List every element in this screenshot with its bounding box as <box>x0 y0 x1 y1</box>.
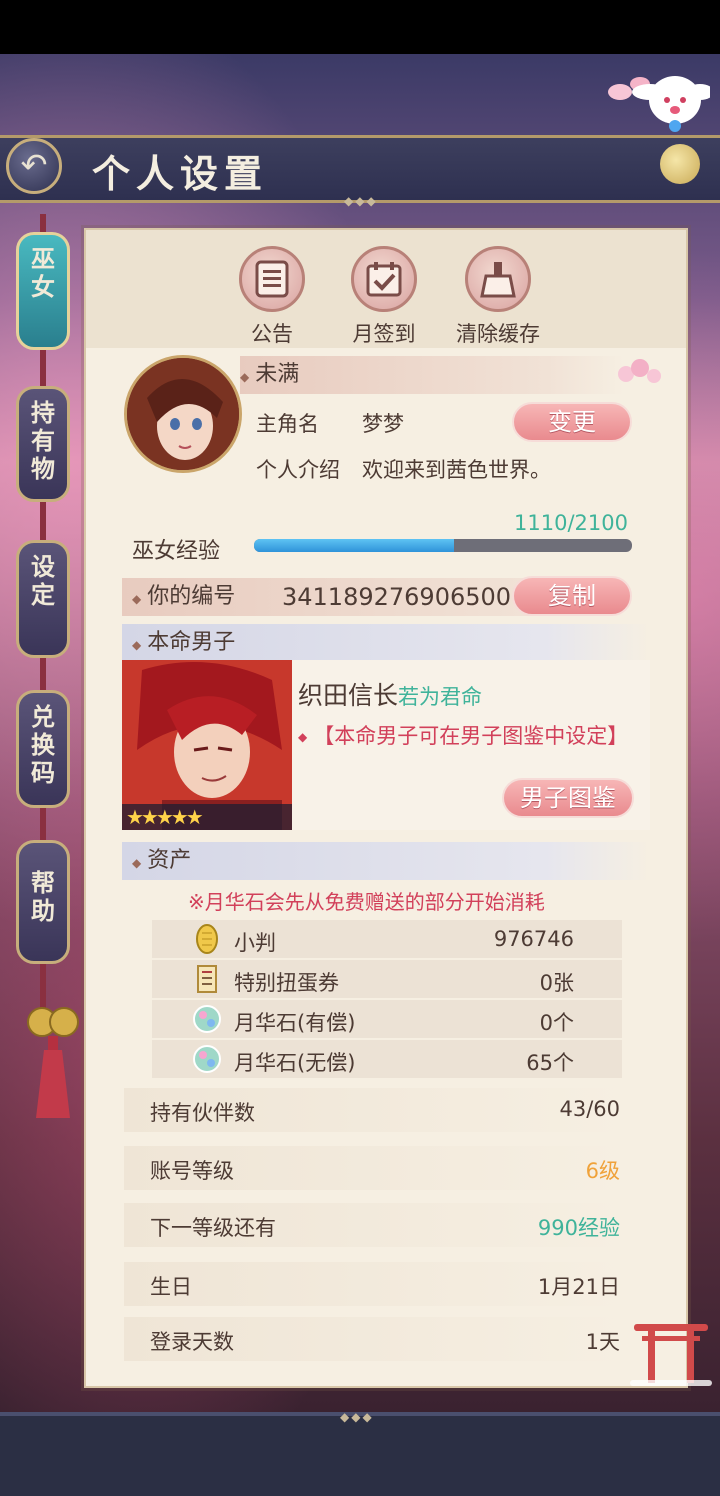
intro-label: 个人介绍 <box>256 458 340 482</box>
tab-inventory[interactable]: 持有物 <box>16 386 70 502</box>
bunny-mascot-icon <box>608 76 710 132</box>
name-value: 梦梦 <box>362 412 404 436</box>
gold-coin-icon <box>196 924 218 954</box>
moon-icon <box>660 144 700 184</box>
user-id: 341189276906500 <box>282 583 512 611</box>
heroine-portrait-icon <box>127 358 239 470</box>
back-arrow-icon: ↶ <box>20 146 48 184</box>
character-name: 织田信长 <box>298 681 399 710</box>
announcement-button[interactable]: 公告 <box>224 246 320 348</box>
clear-cache-button[interactable]: 清除缓存 <box>450 246 546 348</box>
exp-progress-bar <box>254 539 632 552</box>
gacha-ticket-icon <box>197 965 217 993</box>
diamond-icon: ◆ <box>132 855 142 870</box>
exp-label: 巫女经验 <box>132 539 221 564</box>
moonstone-icon <box>193 1045 221 1073</box>
sakura-icon <box>618 359 661 383</box>
title-ornament: ◆◆◆ <box>344 194 378 208</box>
destined-band: ◆ 本命男子 <box>122 624 650 662</box>
tab-help[interactable]: 帮助 <box>16 840 70 964</box>
tab-miko[interactable]: 巫女 <box>16 232 70 350</box>
stat-row-companions: 持有伙伴数 43/60 <box>124 1088 626 1132</box>
moonstone-note: ※月华石会先从免费赠送的部分开始消耗 <box>188 890 545 914</box>
change-name-button[interactable]: 变更 <box>512 402 632 442</box>
diamond-icon: ◆ <box>240 369 250 384</box>
asset-row-moonstone-paid: 月华石(有偿) 0个 <box>152 1000 622 1038</box>
diamond-icon: ◆ <box>298 730 308 744</box>
bell-tassel-icon <box>27 1007 79 1118</box>
character-name-line: 织田信长若为君命 <box>298 676 482 712</box>
destined-hint: ◆ 【本命男子可在男子图鉴中设定】 <box>298 724 629 748</box>
status-bar <box>0 0 720 54</box>
bottom-ornament: ◆◆◆ <box>340 1410 374 1424</box>
stat-row-birthday: 生日 1月21日 <box>124 1262 626 1306</box>
broom-icon <box>480 262 516 298</box>
stat-row-account-level: 账号等级 6级 <box>124 1146 626 1190</box>
asset-row-moonstone-free: 月华石(无偿) 65个 <box>152 1040 622 1078</box>
monthly-checkin-button[interactable]: 月签到 <box>336 246 432 348</box>
asset-row-koban: 小判 976746 <box>152 920 622 958</box>
character-gallery-button[interactable]: 男子图鉴 <box>502 778 634 818</box>
page-title: 个人设置 <box>92 152 269 196</box>
stat-row-login-days: 登录天数 1天 <box>124 1317 626 1361</box>
moonstone-icon <box>193 1005 221 1033</box>
rank-band: ◆ 未满 <box>240 356 624 394</box>
avatar[interactable] <box>124 355 242 473</box>
diamond-icon: ◆ <box>132 637 142 652</box>
tab-redeem-code[interactable]: 兑换码 <box>16 690 70 808</box>
assets-band: ◆ 资产 <box>122 842 650 880</box>
rarity-stars: ★★★★★ <box>122 804 296 830</box>
asset-row-gacha-ticket: 特别扭蛋券 0张 <box>152 960 622 998</box>
stat-row-next-level: 下一等级还有 990经验 <box>124 1203 626 1247</box>
name-label: 主角名 <box>256 412 319 436</box>
exp-progress-fill <box>254 539 454 552</box>
copy-id-button[interactable]: 复制 <box>512 576 632 616</box>
character-tag: 若为君命 <box>398 685 483 709</box>
document-icon <box>255 260 289 298</box>
intro-value: 欢迎来到茜色世界。 <box>362 458 551 482</box>
torii-gate-icon <box>630 1324 712 1386</box>
diamond-icon: ◆ <box>132 591 142 606</box>
back-button[interactable]: ↶ <box>6 138 62 194</box>
exp-value: 1110/2100 <box>514 511 628 535</box>
bottom-bar <box>0 1412 720 1496</box>
calendar-check-icon <box>366 262 402 297</box>
tab-settings[interactable]: 设定 <box>16 540 70 658</box>
